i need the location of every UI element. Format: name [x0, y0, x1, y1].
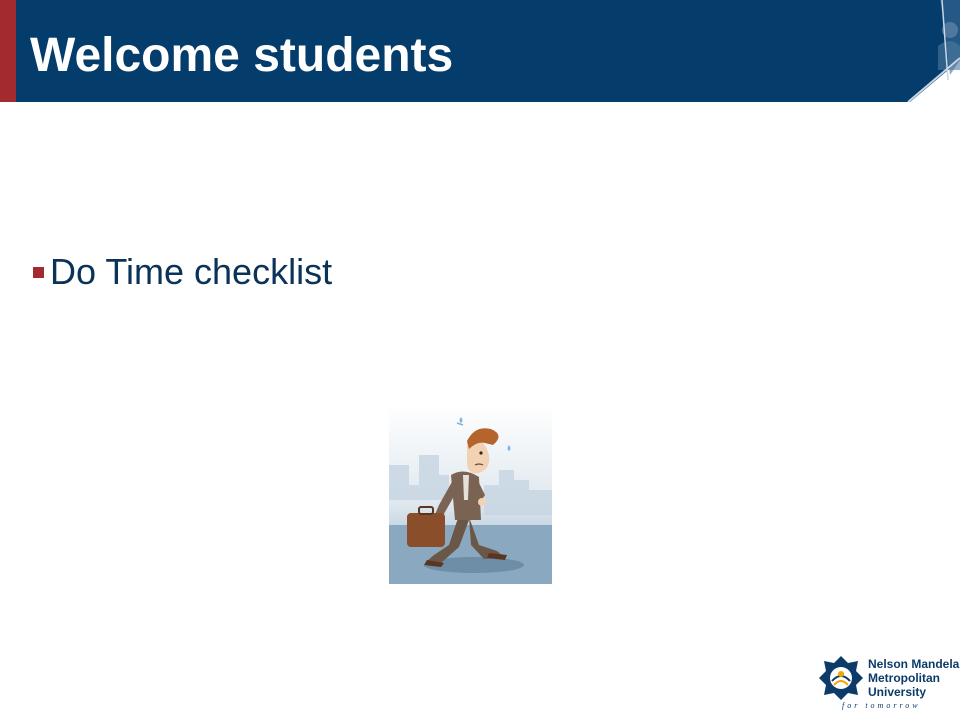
bullet-text: Do Time checklist — [50, 251, 333, 292]
logo-line-2: Metropolitan — [868, 671, 940, 685]
worried-businessman-walking-clipart — [389, 405, 552, 584]
logo-tagline: for tomorrow — [842, 701, 921, 710]
slide-title: Welcome students — [30, 29, 454, 82]
title-accent-stripe — [0, 0, 16, 102]
slide: Welcome students Do Time checklist Nelso… — [0, 0, 960, 720]
graduate-photo-decor — [907, 0, 960, 102]
nmmu-emblem-icon — [819, 656, 863, 700]
logo-line-3: University — [868, 685, 927, 699]
title-bar: Welcome students — [0, 0, 960, 102]
bullet-list: Do Time checklist — [30, 250, 332, 294]
square-bullet-icon — [33, 266, 44, 278]
bullet-item: Do Time checklist — [30, 250, 332, 294]
university-logo: Nelson Mandela Metropolitan University f… — [818, 653, 959, 713]
logo-name: Nelson Mandela Metropolitan University — [868, 657, 959, 699]
logo-line-1: Nelson Mandela — [868, 657, 960, 671]
